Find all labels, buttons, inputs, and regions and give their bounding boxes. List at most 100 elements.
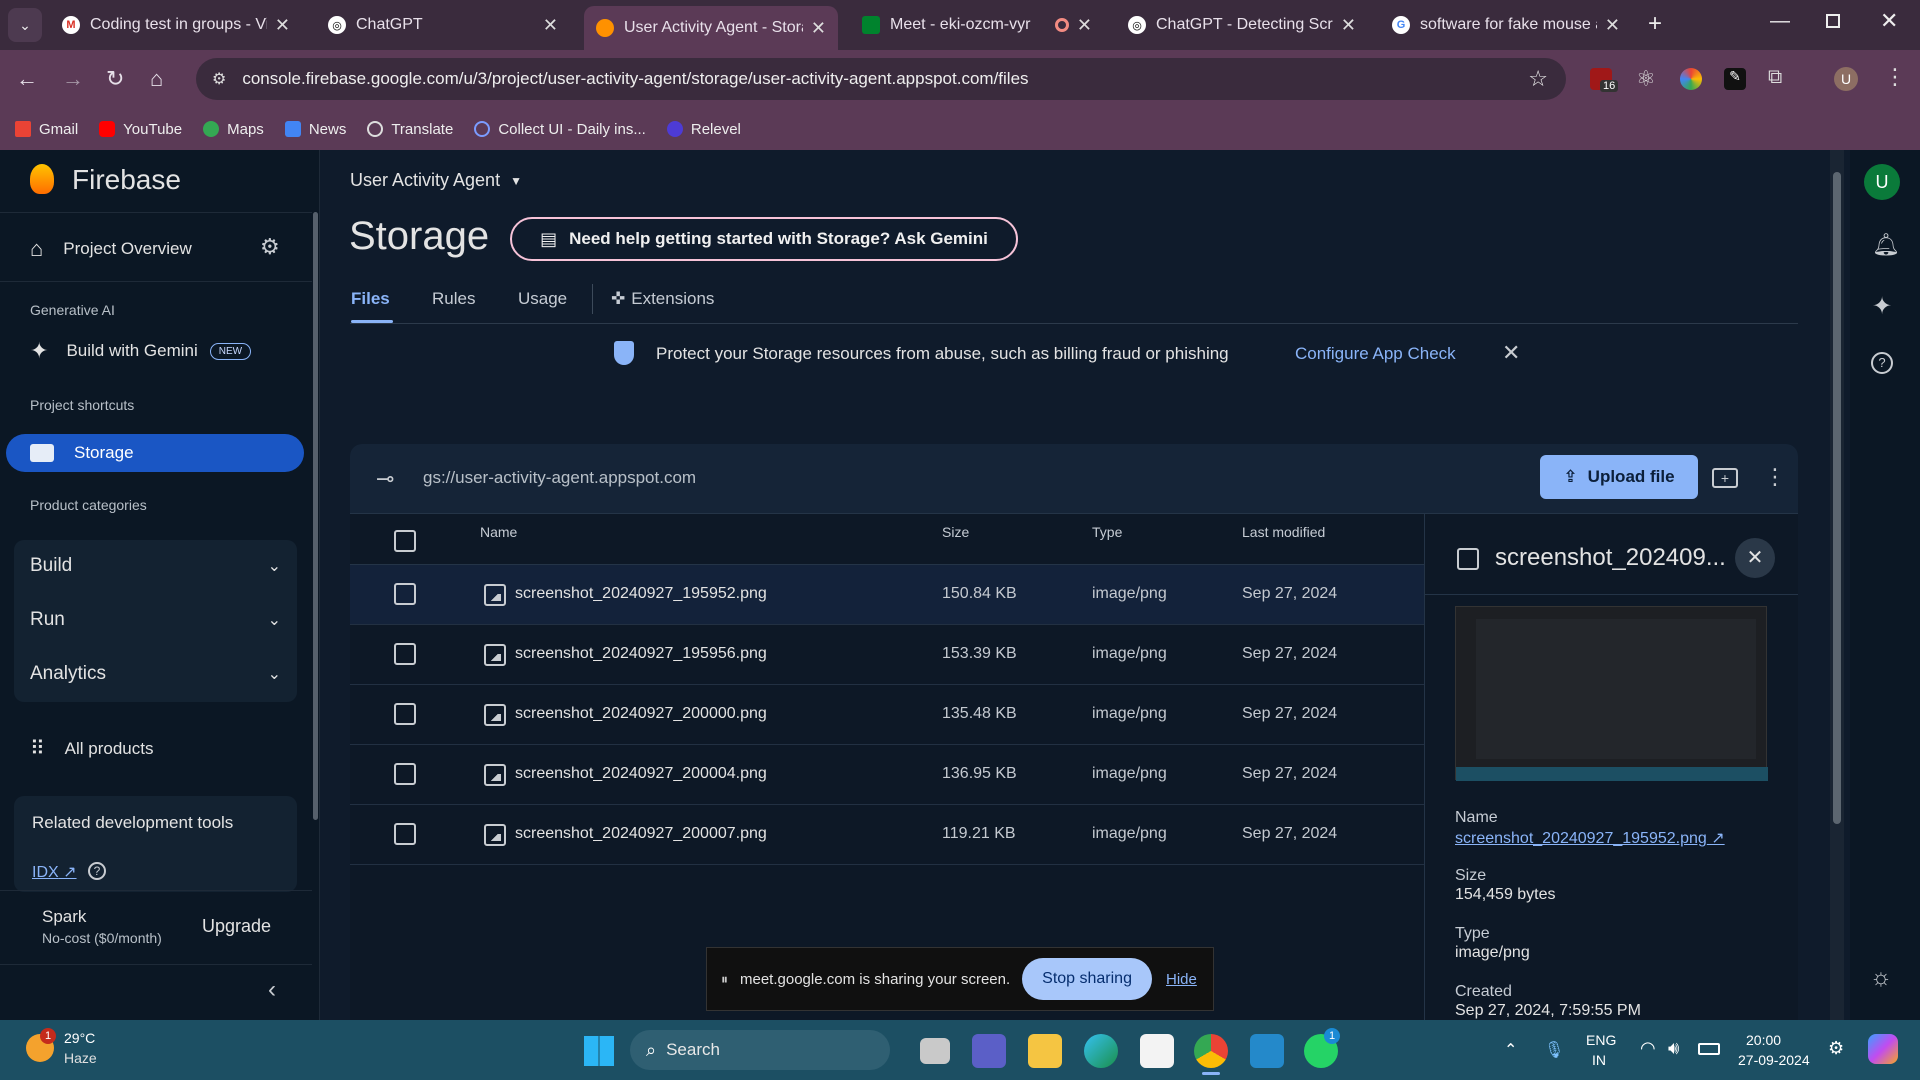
bookmark-youtube[interactable]: YouTube	[99, 121, 182, 138]
tab-gmail[interactable]: M Coding test in groups - Vin ✕	[50, 6, 302, 44]
browser-menu-icon[interactable]: ⋮	[1884, 64, 1906, 90]
file-name[interactable]: screenshot_20240927_200007.png	[515, 825, 767, 843]
all-products-link[interactable]: ⠿ All products	[30, 736, 153, 761]
page-scrollbar-thumb[interactable]	[1833, 172, 1841, 824]
reload-icon[interactable]: ↻	[106, 66, 124, 92]
file-name[interactable]: screenshot_20240927_200000.png	[515, 705, 767, 723]
image-preview[interactable]	[1455, 606, 1768, 781]
wifi-icon[interactable]: ◠	[1640, 1038, 1656, 1059]
build-with-gemini-link[interactable]: ✦ Build with Gemini NEW	[30, 338, 252, 364]
upload-file-button[interactable]: ⇪ Upload file	[1540, 455, 1698, 499]
account-avatar[interactable]: U	[1864, 164, 1900, 200]
sidebar-item-storage[interactable]: Storage	[6, 434, 304, 472]
bookmark-maps[interactable]: Maps	[203, 121, 264, 138]
url-text[interactable]: console.firebase.google.com/u/3/project/…	[242, 69, 1028, 89]
idx-link[interactable]: IDX ↗	[32, 862, 77, 882]
tab-rules[interactable]: Rules	[432, 289, 475, 309]
column-size[interactable]: Size	[942, 524, 969, 540]
help-icon[interactable]: ?	[1871, 352, 1893, 374]
chrome-icon[interactable]	[1194, 1034, 1228, 1068]
table-row[interactable]: screenshot_20240927_195956.png 153.39 KB…	[350, 625, 1424, 685]
tab-meet[interactable]: Meet - eki-ozcm-vyr ✕	[850, 6, 1104, 44]
category-analytics[interactable]: Analytics ⌄	[14, 648, 297, 700]
microsoft-store-icon[interactable]	[1140, 1034, 1174, 1068]
new-tab-button[interactable]: +	[1648, 10, 1662, 38]
close-tab-icon[interactable]: ✕	[811, 18, 826, 39]
tab-chatgpt-detecting[interactable]: ◎ ChatGPT - Detecting Script ✕	[1116, 6, 1368, 44]
table-row[interactable]: screenshot_20240927_200004.png 136.95 KB…	[350, 745, 1424, 805]
tab-firebase-storage[interactable]: User Activity Agent - Stora ✕	[584, 6, 838, 50]
tab-chatgpt[interactable]: ◎ ChatGPT ✕	[316, 6, 570, 44]
windows-start-icon[interactable]	[584, 1036, 614, 1066]
column-type[interactable]: Type	[1092, 524, 1122, 540]
brand-name[interactable]: Firebase	[72, 164, 181, 196]
close-detail-button[interactable]: ✕	[1735, 538, 1775, 578]
sidebar-scrollbar[interactable]	[313, 212, 318, 820]
minimize-icon[interactable]: —	[1770, 10, 1790, 33]
bucket-path[interactable]: gs://user-activity-agent.appspot.com	[423, 468, 696, 488]
table-row[interactable]: screenshot_20240927_200007.png 119.21 KB…	[350, 805, 1424, 865]
notification-settings-icon[interactable]: ⚙	[1828, 1038, 1844, 1059]
bookmark-translate[interactable]: Translate	[367, 121, 453, 138]
notifications-bell-icon[interactable]: 🔔︎	[1872, 232, 1900, 258]
address-bar[interactable]: ⚙ console.firebase.google.com/u/3/projec…	[196, 58, 1566, 100]
row-checkbox[interactable]	[394, 643, 416, 665]
category-build[interactable]: Build ⌄	[14, 540, 297, 592]
teams-icon[interactable]	[972, 1034, 1006, 1068]
close-tab-icon[interactable]: ✕	[1605, 15, 1620, 36]
close-tab-icon[interactable]: ✕	[1077, 15, 1092, 36]
hide-link[interactable]: Hide	[1166, 971, 1197, 988]
ask-gemini-button[interactable]: ▤ Need help getting started with Storage…	[510, 217, 1018, 261]
new-folder-icon[interactable]: +	[1712, 468, 1738, 488]
profile-avatar[interactable]: U	[1834, 67, 1858, 91]
row-checkbox[interactable]	[394, 583, 416, 605]
bookmark-gmail[interactable]: Gmail	[15, 121, 78, 138]
pen-extension-icon[interactable]: ✎	[1724, 68, 1746, 90]
tab-search-button[interactable]: ⌄	[8, 8, 42, 42]
table-row[interactable]: screenshot_20240927_195952.png 150.84 KB…	[350, 565, 1424, 625]
vscode-icon[interactable]	[1250, 1034, 1284, 1068]
gemini-sparkle-icon[interactable]: ✦	[1872, 292, 1892, 321]
close-tab-icon[interactable]: ✕	[543, 15, 558, 36]
volume-icon[interactable]: 🔊︎	[1668, 1038, 1679, 1059]
collapse-sidebar-icon[interactable]: ‹	[268, 976, 276, 1004]
row-checkbox[interactable]	[394, 763, 416, 785]
help-circle-icon[interactable]: ?	[88, 862, 106, 880]
upgrade-button[interactable]: Upgrade	[202, 916, 271, 937]
bookmark-news[interactable]: News	[284, 121, 346, 138]
project-overview-link[interactable]: ⌂ Project Overview	[30, 236, 192, 262]
language-bottom[interactable]: IN	[1592, 1052, 1606, 1068]
select-all-checkbox[interactable]	[394, 530, 416, 552]
bookmark-collect-ui[interactable]: Collect UI - Daily ins...	[474, 121, 646, 138]
project-selector[interactable]: User Activity Agent ▼	[350, 170, 522, 191]
file-explorer-icon[interactable]	[1028, 1034, 1062, 1068]
edge-icon[interactable]	[1084, 1034, 1118, 1068]
more-options-icon[interactable]: ⋮	[1764, 464, 1786, 490]
close-tab-icon[interactable]: ✕	[275, 15, 290, 36]
copilot-icon[interactable]	[1868, 1034, 1898, 1064]
taskbar-search-box[interactable]: ⌕ Search	[630, 1030, 890, 1070]
close-window-icon[interactable]: ✕	[1880, 8, 1898, 34]
detail-name-link[interactable]: screenshot_20240927_195952.png ↗	[1455, 828, 1725, 848]
tab-extensions[interactable]: ✜ Extensions	[611, 289, 714, 309]
theme-toggle-icon[interactable]: ☼	[1870, 964, 1892, 992]
file-name[interactable]: screenshot_20240927_200004.png	[515, 765, 767, 783]
language-top[interactable]: ENG	[1586, 1032, 1616, 1048]
row-checkbox[interactable]	[394, 703, 416, 725]
extensions-puzzle-icon[interactable]: ⧉	[1768, 66, 1782, 89]
column-last-modified[interactable]: Last modified	[1242, 524, 1325, 540]
clock-date[interactable]: 27-09-2024	[1738, 1052, 1810, 1068]
site-info-icon[interactable]: ⚙	[212, 69, 226, 89]
microphone-icon[interactable]: 🎙︎	[1544, 1040, 1564, 1060]
bookmark-star-icon[interactable]: ☆	[1528, 66, 1548, 92]
color-extension-icon[interactable]	[1680, 68, 1702, 90]
tab-google-search[interactable]: G software for fake mouse an ✕	[1380, 6, 1632, 44]
configure-app-check-link[interactable]: Configure App Check	[1295, 344, 1456, 364]
column-name[interactable]: Name	[480, 524, 517, 540]
category-run[interactable]: Run ⌄	[14, 594, 297, 646]
clock-time[interactable]: 20:00	[1746, 1032, 1781, 1048]
settings-gear-icon[interactable]: ⚙	[260, 234, 280, 260]
tray-chevron-icon[interactable]: ⌃	[1504, 1040, 1517, 1060]
tab-usage[interactable]: Usage	[518, 289, 567, 309]
react-devtools-icon[interactable]: ⚛	[1636, 66, 1656, 92]
